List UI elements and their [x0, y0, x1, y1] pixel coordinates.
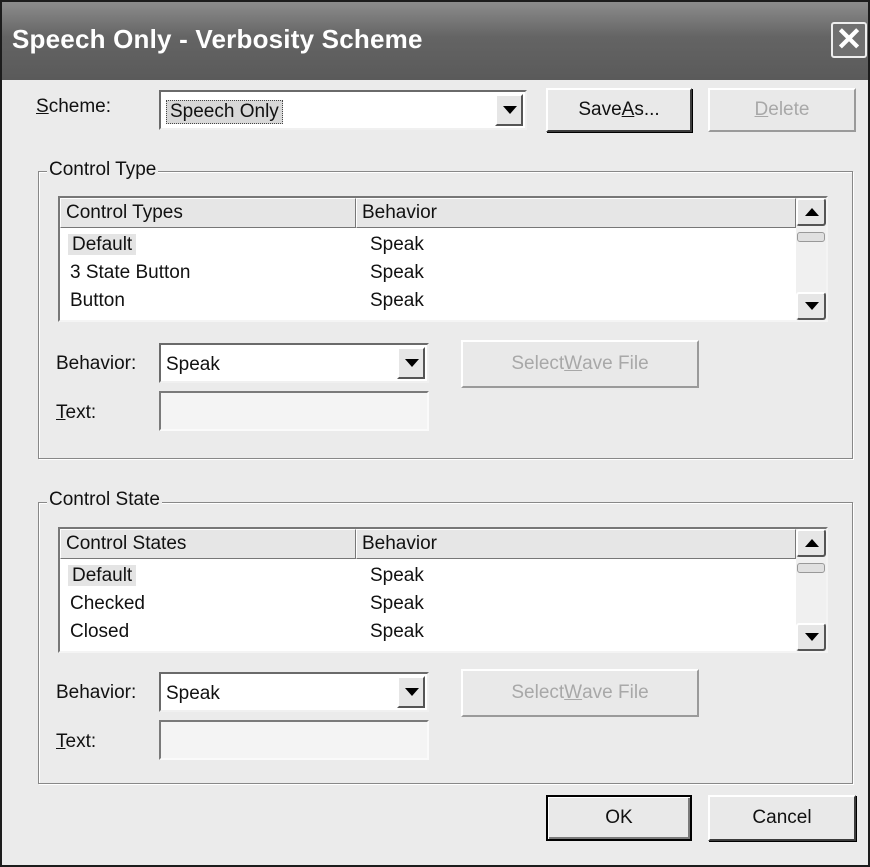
wave-mnemonic: W [564, 353, 583, 374]
behavior-select[interactable]: Speak [159, 672, 429, 712]
wave-prefix: Select [511, 682, 565, 703]
scroll-down-icon[interactable] [796, 623, 826, 651]
text-label: Text: [56, 402, 96, 424]
window-title: Speech Only - Verbosity Scheme [12, 24, 423, 54]
list-item[interactable]: Default [68, 234, 137, 256]
scheme-dropdown-arrow-icon[interactable] [495, 94, 523, 126]
text-label-rest: ext: [65, 402, 97, 423]
list-item[interactable]: 3 State Button [70, 262, 190, 284]
scheme-label-rest: cheme: [48, 96, 111, 117]
scroll-up-icon[interactable] [796, 198, 826, 226]
behavior-dropdown-arrow-icon[interactable] [397, 676, 425, 708]
list-item-behavior: Speak [370, 234, 424, 255]
scheme-mnemonic: S [36, 96, 49, 117]
list-item-behavior: Speak [370, 621, 424, 642]
control-state-group-label: Control State [47, 489, 162, 511]
title-bar[interactable]: Speech Only - Verbosity Scheme ✕ [2, 2, 868, 80]
scroll-thumb[interactable] [797, 232, 825, 242]
wave-rest: ave File [582, 353, 649, 374]
column-header-behavior[interactable]: Behavior [356, 529, 796, 559]
list-item[interactable]: Checked [70, 593, 145, 615]
save-as-label: Save [578, 99, 622, 120]
list-scrollbar[interactable] [796, 529, 826, 651]
scheme-select[interactable]: Speech Only [159, 90, 527, 130]
column-header-control-types[interactable]: Control Types [60, 198, 356, 228]
list-item[interactable]: Button [70, 290, 125, 312]
list-item-name: Default [68, 234, 137, 255]
scroll-up-icon[interactable] [796, 529, 826, 557]
scheme-label: Scheme: [36, 96, 111, 118]
list-item[interactable]: Default [68, 565, 137, 587]
behavior-dropdown-arrow-icon[interactable] [397, 347, 425, 379]
control-types-list[interactable]: Control Types Behavior Default Speak 3 S… [58, 196, 828, 322]
delete-mnemonic: D [754, 99, 769, 120]
list-scrollbar[interactable] [796, 198, 826, 320]
behavior-value: Speak [166, 683, 220, 704]
save-as-button[interactable]: Save As... [546, 88, 692, 132]
behavior-value: Speak [166, 354, 220, 375]
behavior-label: Behavior: [56, 353, 137, 374]
close-icon[interactable]: ✕ [831, 22, 867, 58]
text-label: Text: [56, 731, 96, 753]
text-input[interactable] [159, 720, 429, 760]
list-item-behavior: Speak [370, 593, 424, 614]
delete-button[interactable]: Delete [708, 88, 856, 132]
scroll-thumb[interactable] [797, 563, 825, 573]
wave-prefix: Select [511, 353, 565, 374]
select-wave-file-button[interactable]: Select Wave File [461, 340, 699, 388]
control-type-group-label: Control Type [47, 159, 159, 181]
save-as-rest: s... [634, 99, 660, 120]
behavior-label: Behavior: [56, 682, 137, 703]
control-states-list[interactable]: Control States Behavior Default Speak Ch… [58, 527, 828, 653]
list-item[interactable]: Closed [70, 621, 129, 643]
select-wave-file-button[interactable]: Select Wave File [461, 669, 699, 717]
text-input[interactable] [159, 391, 429, 431]
cancel-button[interactable]: Cancel [708, 795, 856, 841]
column-header-control-states[interactable]: Control States [60, 529, 356, 559]
delete-rest: elete [768, 99, 810, 120]
text-mnemonic: T [56, 731, 66, 752]
text-mnemonic: T [56, 402, 66, 423]
list-item-behavior: Speak [370, 262, 424, 283]
column-header-behavior[interactable]: Behavior [356, 198, 796, 228]
list-item-behavior: Speak [370, 565, 424, 586]
wave-rest: ave File [582, 682, 649, 703]
wave-mnemonic: W [564, 682, 583, 703]
scroll-down-icon[interactable] [796, 292, 826, 320]
ok-button[interactable]: OK [546, 795, 692, 841]
dialog-window: Speech Only - Verbosity Scheme ✕ Scheme:… [0, 0, 870, 867]
text-label-rest: ext: [65, 731, 97, 752]
list-item-name: Default [68, 565, 137, 586]
scheme-value: Speech Only [166, 100, 283, 124]
save-as-mnemonic: A [621, 99, 635, 120]
list-item-behavior: Speak [370, 290, 424, 311]
behavior-select[interactable]: Speak [159, 343, 429, 383]
